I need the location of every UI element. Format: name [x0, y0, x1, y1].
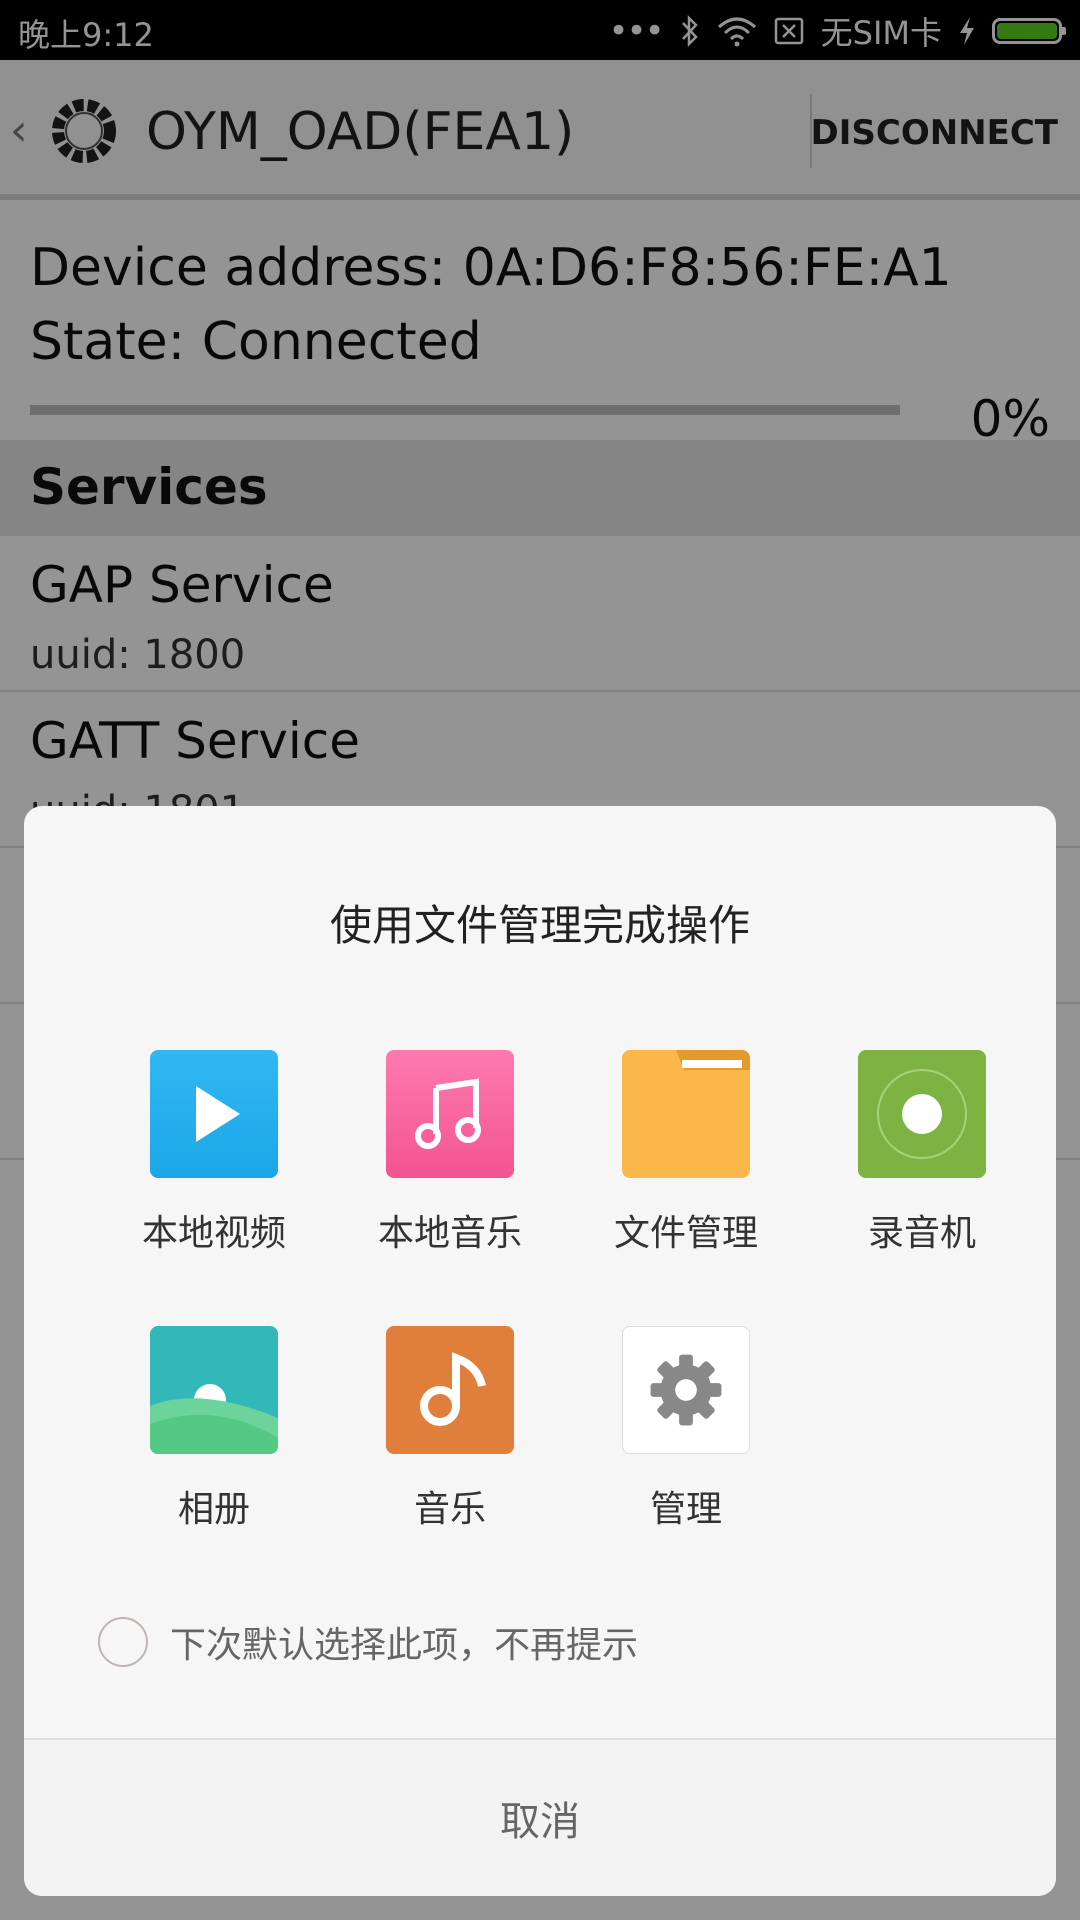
app-option-gallery[interactable]: 相册 [96, 1326, 332, 1532]
app-label: 音乐 [413, 1489, 486, 1530]
app-option-local-music[interactable]: 本地音乐 [332, 1050, 568, 1256]
gear-icon [622, 1326, 750, 1454]
music-note-icon [386, 1050, 514, 1178]
app-chooser-dialog: 使用文件管理完成操作 本地视频 本地音乐 文件管理 录音机 相册 音乐 管理 下… [24, 806, 1056, 1896]
dialog-title: 使用文件管理完成操作 [329, 901, 750, 950]
music-app-icon [386, 1326, 514, 1454]
recorder-icon [858, 1050, 986, 1178]
app-option-recorder[interactable]: 录音机 [804, 1050, 1040, 1256]
app-label: 录音机 [867, 1213, 976, 1254]
video-play-icon [150, 1050, 278, 1178]
app-option-file-manager[interactable]: 文件管理 [568, 1050, 804, 1256]
app-option-music[interactable]: 音乐 [332, 1326, 568, 1532]
gallery-icon [150, 1326, 278, 1454]
app-label: 相册 [177, 1489, 250, 1530]
app-label: 文件管理 [613, 1213, 758, 1254]
app-option-manage[interactable]: 管理 [568, 1326, 804, 1532]
default-choice-row[interactable]: 下次默认选择此项，不再提示 [98, 1616, 638, 1668]
app-label: 本地音乐 [377, 1213, 522, 1254]
app-label: 管理 [649, 1489, 722, 1530]
app-label: 本地视频 [141, 1213, 286, 1254]
cancel-button[interactable]: 取消 [24, 1740, 1056, 1896]
default-choice-label: 下次默认选择此项，不再提示 [170, 1625, 639, 1666]
default-choice-checkbox[interactable] [98, 1617, 148, 1667]
folder-icon [622, 1050, 750, 1178]
app-option-local-video[interactable]: 本地视频 [96, 1050, 332, 1256]
